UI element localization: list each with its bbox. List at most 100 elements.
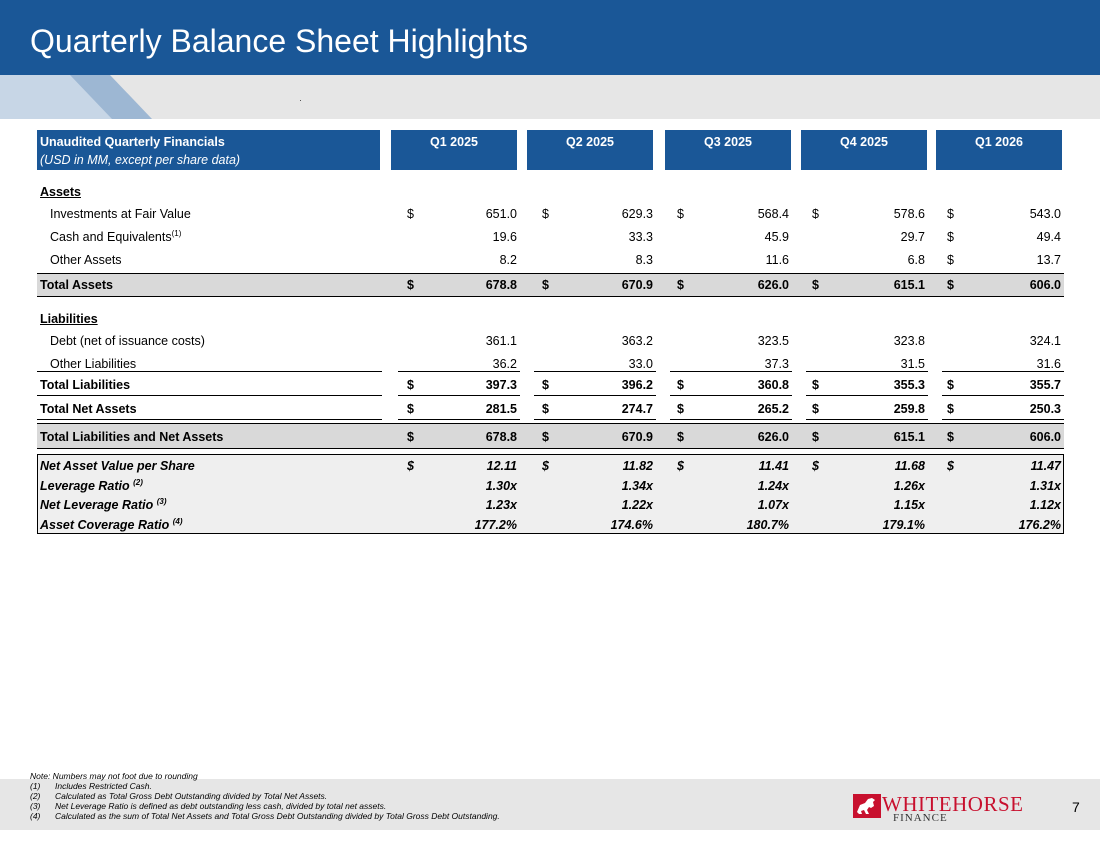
- currency-symbol: $: [542, 459, 549, 473]
- currency-symbol: $: [947, 278, 954, 292]
- value-underline: [806, 419, 928, 420]
- cell-value: 1.07x: [757, 498, 789, 512]
- currency-symbol: $: [542, 402, 549, 416]
- cell-value: 615.1: [893, 278, 925, 292]
- cell-value: 626.0: [757, 278, 789, 292]
- row-label: Total Net Assets: [40, 402, 137, 416]
- cell-value: 250.3: [1029, 402, 1061, 416]
- currency-symbol: $: [677, 378, 684, 392]
- cell-value: 33.3: [628, 230, 653, 244]
- cell-value: 629.3: [621, 207, 653, 221]
- footnote-number: (2): [30, 791, 41, 801]
- divider-line: [37, 395, 382, 396]
- cell-value: 1.30x: [485, 478, 517, 493]
- cell-value: 31.5: [900, 357, 925, 371]
- row-label-text: Debt (net of issuance costs): [50, 334, 205, 348]
- value-underline: [534, 419, 656, 420]
- section-heading: Assets: [37, 182, 1064, 202]
- divider-line: [37, 419, 382, 420]
- asset-row: Cash and Equivalents(1) 19.6 33.3 45.9 29.7 $…: [37, 227, 1064, 247]
- currency-symbol: $: [542, 430, 549, 444]
- footnote-number: (3): [30, 801, 41, 811]
- logo-subtext: FINANCE: [893, 812, 948, 824]
- currency-symbol: $: [677, 278, 684, 292]
- cell-value: 360.8: [757, 378, 789, 392]
- value-underline: [670, 419, 792, 420]
- section-heading-label: Liabilities: [40, 312, 98, 326]
- cell-value: 176.2%: [1018, 517, 1061, 532]
- value-underline: [670, 395, 792, 396]
- row-label: Total Liabilities: [40, 378, 130, 392]
- row-label-text: Investments at Fair Value: [50, 207, 191, 221]
- footnote-line: (1) Includes Restricted Cash.: [30, 781, 500, 791]
- cell-value: 355.3: [893, 378, 925, 392]
- currency-symbol: $: [812, 378, 819, 392]
- cell-value: 543.0: [1029, 207, 1061, 221]
- cell-value: 180.7%: [746, 517, 789, 532]
- value-underline: [534, 395, 656, 396]
- currency-symbol: $: [677, 207, 684, 221]
- divider-line: [37, 371, 382, 372]
- value-underline: [806, 371, 928, 372]
- cell-value: 1.23x: [485, 498, 517, 512]
- cell-value: 12.11: [486, 459, 517, 473]
- cell-value: 615.1: [893, 430, 925, 444]
- currency-symbol: $: [947, 378, 954, 392]
- currency-symbol: $: [407, 402, 414, 416]
- value-underline: [942, 419, 1064, 420]
- row-label: Leverage Ratio (2): [40, 478, 143, 493]
- quarter-header-label: Q1 2026: [975, 135, 1023, 149]
- currency-symbol: $: [407, 430, 414, 444]
- cell-value: 6.8: [907, 253, 925, 267]
- cell-value: 324.1: [1029, 334, 1061, 348]
- section-heading: Liabilities: [37, 309, 1064, 329]
- row-label-text: Total Liabilities and Net Assets: [40, 430, 224, 444]
- row-label-text: Total Net Assets: [40, 402, 137, 416]
- cell-value: 274.7: [621, 402, 653, 416]
- decorative-dot: [300, 100, 301, 101]
- cell-value: 606.0: [1029, 430, 1061, 444]
- ratio-row: Asset Coverage Ratio (4) 177.2% 174.6% 180.…: [37, 515, 1064, 535]
- row-label: Total Liabilities and Net Assets: [40, 430, 223, 444]
- quarter-header-label: Q4 2025: [840, 135, 888, 149]
- row-label: Asset Coverage Ratio (4): [40, 517, 182, 532]
- row-label-text: Net Asset Value per Share: [40, 459, 195, 473]
- row-label: Investments at Fair Value: [50, 207, 191, 221]
- quarter-header-cell: Q1 2025: [391, 130, 517, 170]
- currency-symbol: $: [677, 402, 684, 416]
- cell-value: 355.7: [1029, 378, 1061, 392]
- cell-value: 363.2: [621, 334, 653, 348]
- cell-value: 8.3: [635, 253, 653, 267]
- currency-symbol: $: [407, 378, 414, 392]
- quarter-header-cell: Q4 2025: [801, 130, 927, 170]
- currency-symbol: $: [947, 253, 954, 267]
- cell-value: 31.6: [1036, 357, 1061, 371]
- total-assets-row: Total Assets $678.8 $670.9 $626.0 $615.1 $606…: [37, 275, 1064, 295]
- page-number: 7: [1072, 799, 1080, 815]
- footnote-text: Calculated as the sum of Total Net Asset…: [55, 811, 500, 821]
- row-label-text: Total Assets: [40, 278, 113, 292]
- currency-symbol: $: [947, 207, 954, 221]
- currency-symbol: $: [407, 278, 414, 292]
- currency-symbol: $: [407, 207, 414, 221]
- slide-header: Quarterly Balance Sheet Highlights: [0, 0, 1100, 119]
- cell-value: 174.6%: [610, 517, 653, 532]
- cell-value: 179.1%: [882, 517, 925, 532]
- currency-symbol: $: [947, 402, 954, 416]
- row-label-text: Leverage Ratio: [40, 478, 130, 493]
- cell-value: 1.12x: [1029, 498, 1061, 512]
- asset-row: Investments at Fair Value $651.0 $629.3 $56…: [37, 204, 1064, 224]
- row-label: Cash and Equivalents(1): [50, 229, 181, 244]
- row-label: Total Assets: [40, 278, 113, 292]
- cell-value: 1.26x: [893, 478, 925, 493]
- cell-value: 323.5: [757, 334, 789, 348]
- page-title: Quarterly Balance Sheet Highlights: [30, 23, 529, 59]
- cell-value: 1.24x: [757, 478, 789, 493]
- total-liabilities-net-assets-row: Total Liabilities and Net Assets $678.8 $6…: [37, 427, 1064, 447]
- currency-symbol: $: [542, 207, 549, 221]
- cell-value: 177.2%: [474, 517, 517, 532]
- cell-value: 37.3: [764, 357, 789, 371]
- cell-value: 29.7: [900, 230, 925, 244]
- whitehorse-finance-logo: WHITEHORSE FINANCE: [853, 792, 1043, 824]
- footnote-line: (4) Calculated as the sum of Total Net As…: [30, 811, 500, 821]
